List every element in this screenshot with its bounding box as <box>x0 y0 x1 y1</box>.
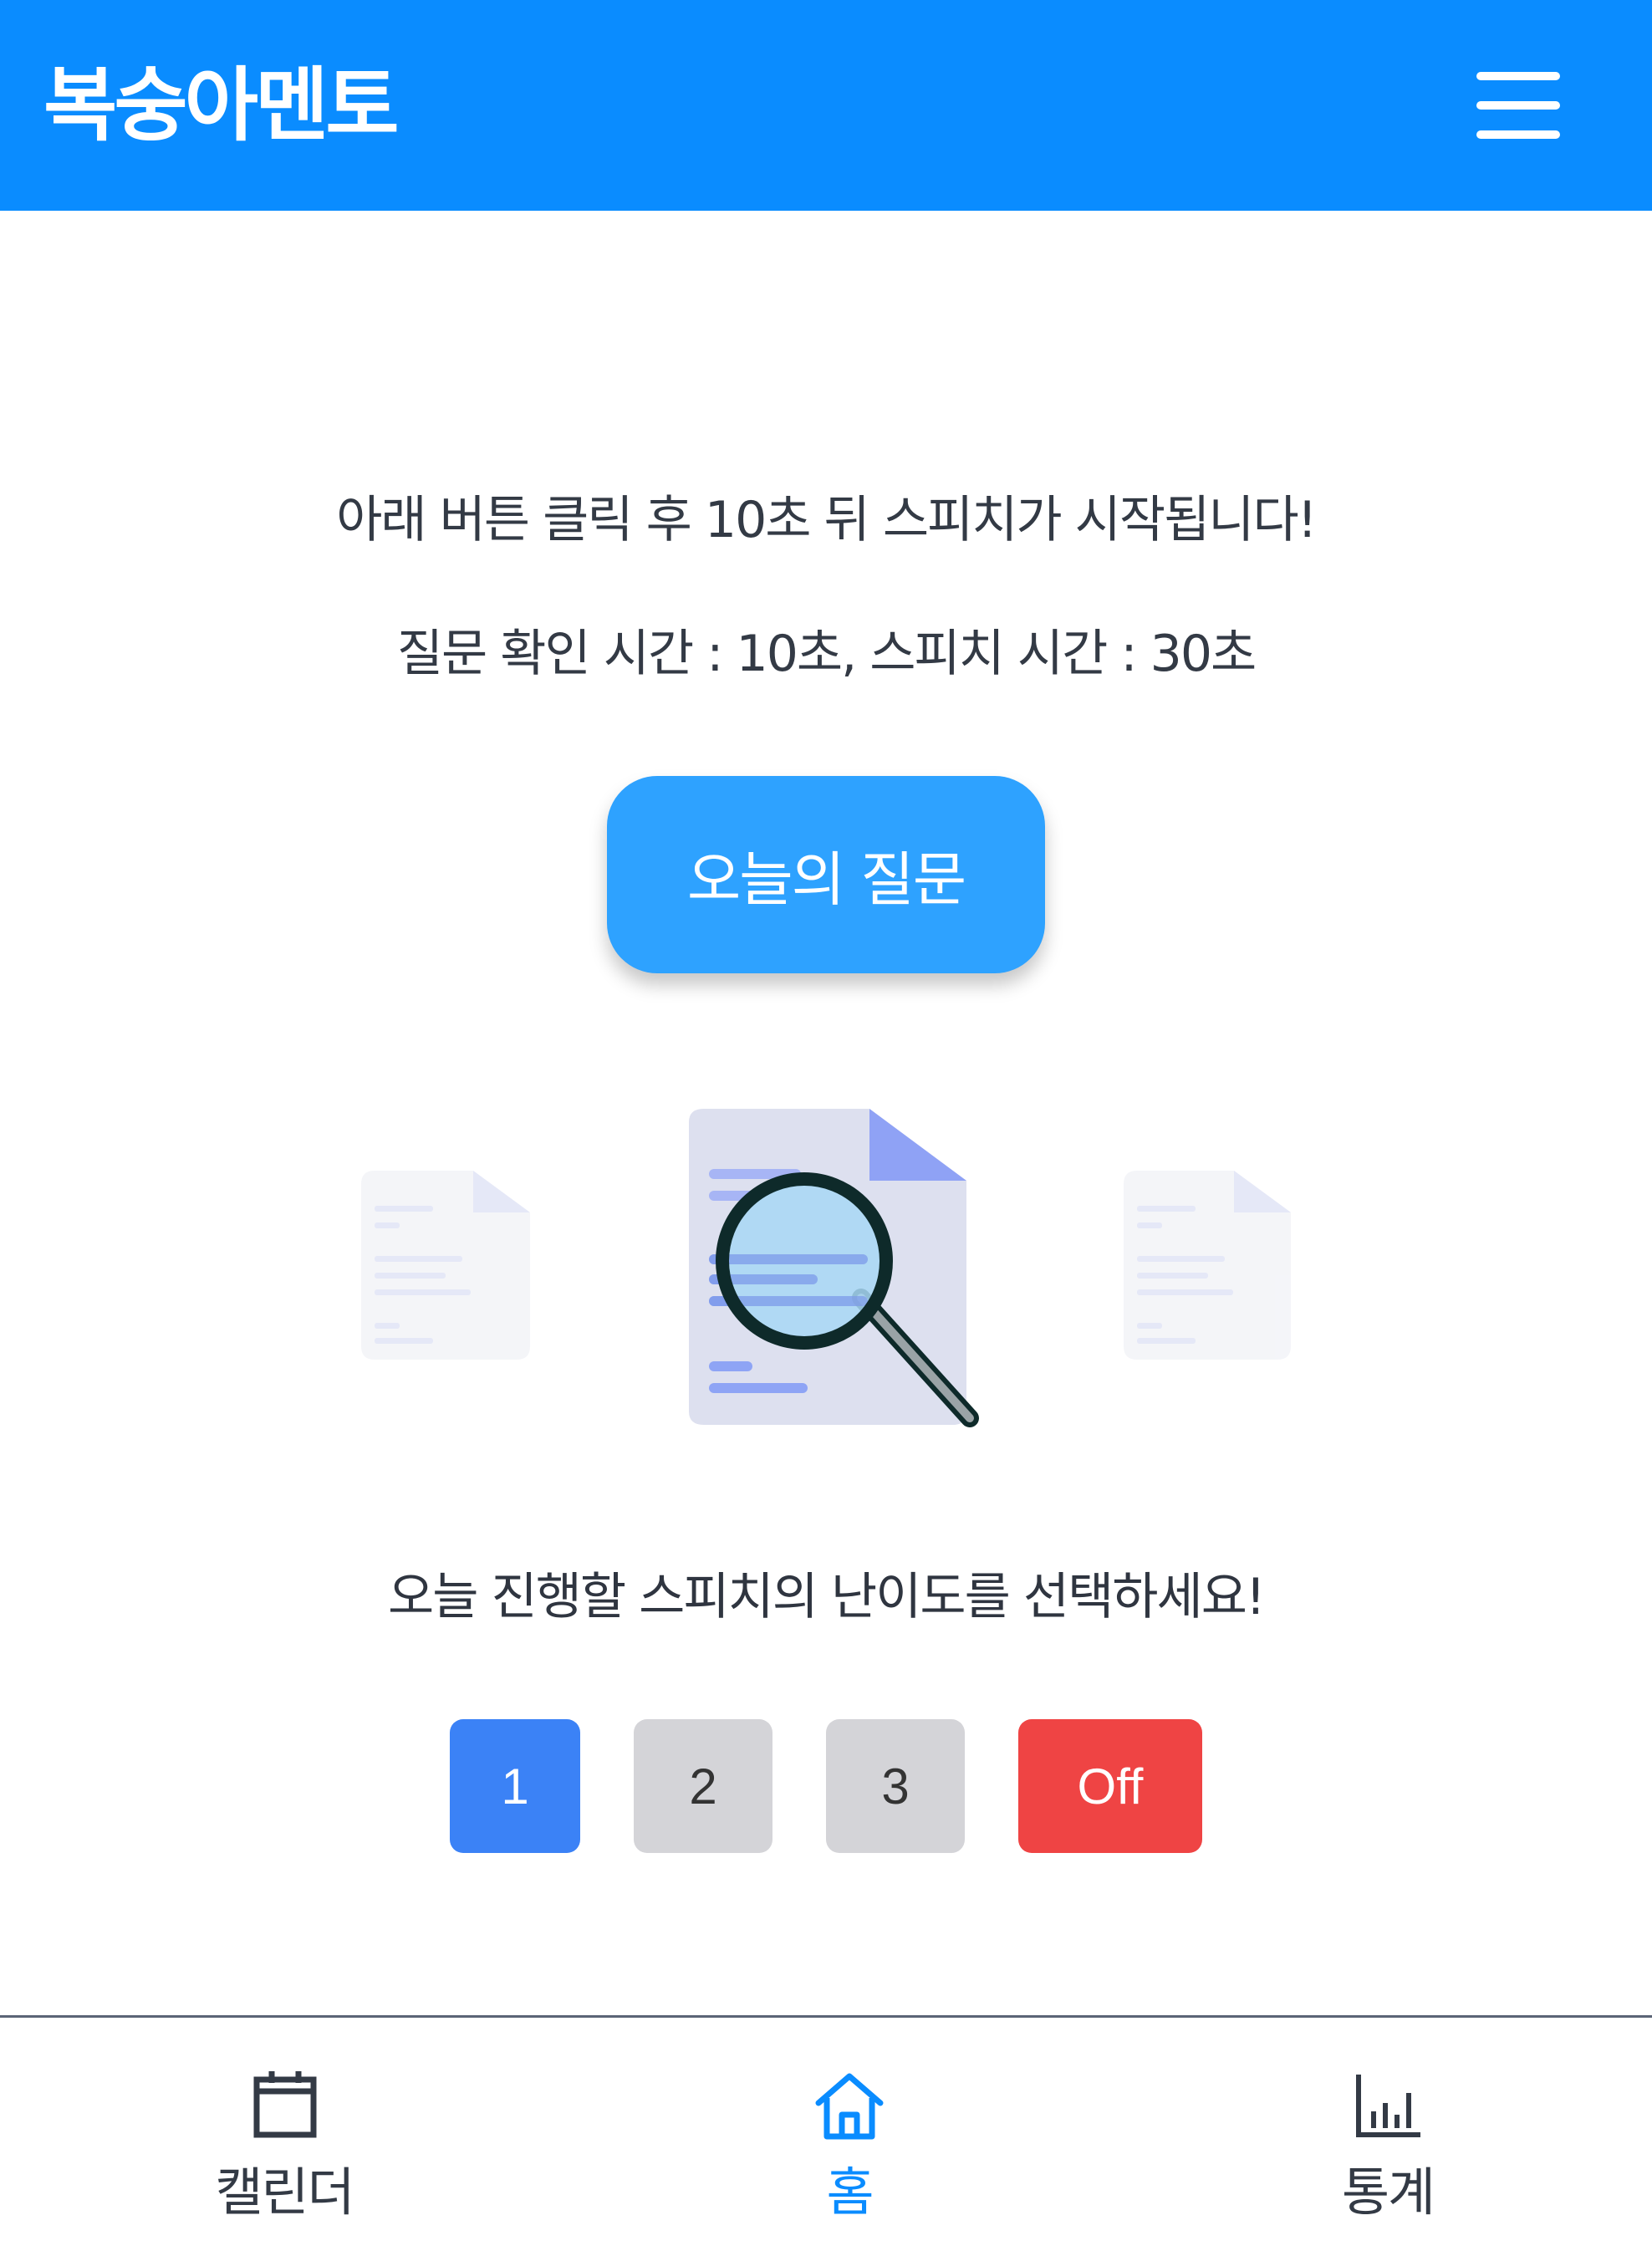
difficulty-prompt-text: 오늘 진행할 스피치의 난이도를 선택하세요! <box>388 1568 1266 1626</box>
faded-document-left-icon <box>361 1171 530 1360</box>
home-icon <box>815 2073 884 2140</box>
difficulty-level-1-button[interactable]: 1 <box>450 1719 580 1853</box>
app-screen: 복숭아멘토 아래 버튼 클릭 후 10초 뒤 스피치가 시작됩니다! 질문 확인… <box>0 0 1652 2251</box>
faded-document-right-icon <box>1124 1171 1291 1360</box>
document-search-icon <box>361 1109 1291 1427</box>
difficulty-level-2-button[interactable]: 2 <box>634 1719 772 1853</box>
nav-item-home[interactable]: 홈 <box>732 2018 966 2251</box>
nav-label-home: 홈 <box>826 2162 874 2223</box>
difficulty-level-3-button[interactable]: 3 <box>826 1719 965 1853</box>
nav-item-stats[interactable]: 통계 <box>1271 2018 1505 2251</box>
bar-chart-icon <box>1356 2075 1420 2137</box>
calendar-icon <box>253 2071 317 2138</box>
nav-item-calendar[interactable]: 캘린더 <box>167 2018 401 2251</box>
bottom-navigation-bar: 캘린더 홈 통계 <box>0 2015 1652 2251</box>
difficulty-off-button[interactable]: Off <box>1018 1719 1202 1853</box>
nav-label-stats: 통계 <box>1341 2162 1435 2223</box>
nav-label-calendar: 캘린더 <box>215 2162 354 2223</box>
